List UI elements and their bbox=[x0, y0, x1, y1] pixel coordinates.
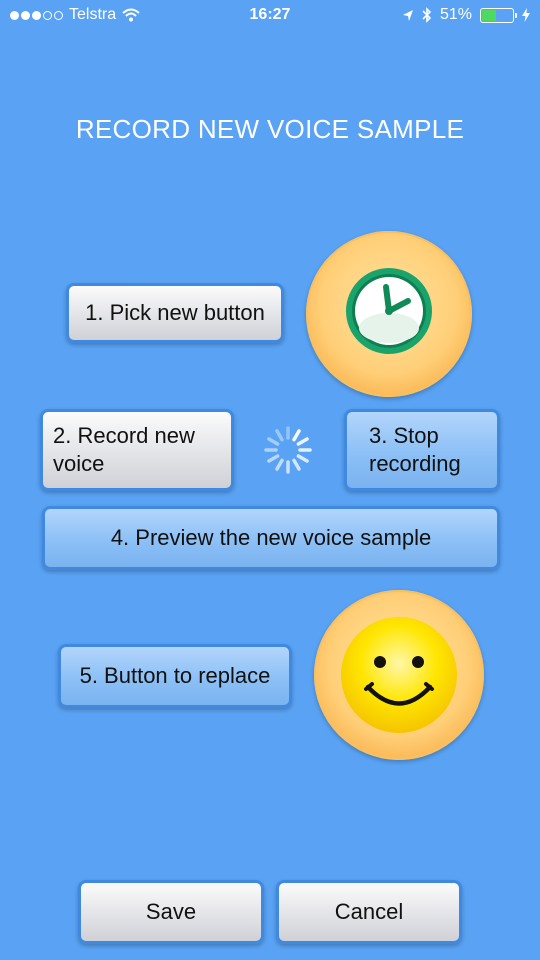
preview-voice-sample-label: 4. Preview the new voice sample bbox=[110, 525, 432, 550]
button-to-replace[interactable]: 5. Button to replace bbox=[58, 644, 292, 708]
spinner-tick bbox=[275, 458, 284, 471]
clock-icon bbox=[346, 268, 432, 354]
stop-recording-label: 3. Stop recording bbox=[369, 423, 461, 476]
pick-new-button-label: 1. Pick new button bbox=[85, 300, 265, 325]
battery-level-fill bbox=[482, 9, 496, 21]
battery-icon bbox=[480, 7, 517, 23]
spinner-tick bbox=[292, 458, 301, 471]
save-button[interactable]: Save bbox=[78, 880, 264, 944]
replace-button-preview[interactable] bbox=[314, 590, 484, 760]
cancel-button-label: Cancel bbox=[334, 899, 404, 924]
pick-new-button[interactable]: 1. Pick new button bbox=[66, 283, 284, 343]
bluetooth-icon bbox=[422, 7, 432, 23]
page-title: RECORD NEW VOICE SAMPLE bbox=[75, 114, 465, 144]
smiley-face-icon bbox=[341, 617, 457, 733]
spinner-tick bbox=[296, 454, 309, 463]
new-button-preview[interactable] bbox=[306, 231, 472, 397]
record-new-voice-label: 2. Record new voice bbox=[53, 423, 195, 476]
preview-voice-sample-button[interactable]: 4. Preview the new voice sample bbox=[42, 506, 500, 570]
record-new-voice-button[interactable]: 2. Record new voice bbox=[40, 409, 234, 491]
cancel-button[interactable]: Cancel bbox=[276, 880, 462, 944]
stop-recording-button[interactable]: 3. Stop recording bbox=[344, 409, 500, 491]
spinner-tick bbox=[267, 437, 280, 446]
status-right: 51% bbox=[402, 6, 530, 24]
battery-percent: 51% bbox=[439, 6, 472, 23]
spinner-tick bbox=[267, 454, 280, 463]
status-bar: Telstra 16:27 51% bbox=[0, 0, 540, 32]
location-arrow-icon bbox=[402, 9, 413, 21]
charging-bolt-icon bbox=[522, 8, 530, 22]
activity-spinner-icon bbox=[264, 426, 312, 474]
save-button-label: Save bbox=[145, 899, 197, 924]
button-to-replace-label: 5. Button to replace bbox=[79, 663, 271, 688]
spinner-tick bbox=[275, 429, 284, 442]
spinner-tick bbox=[292, 429, 301, 442]
spinner-tick bbox=[296, 437, 309, 446]
